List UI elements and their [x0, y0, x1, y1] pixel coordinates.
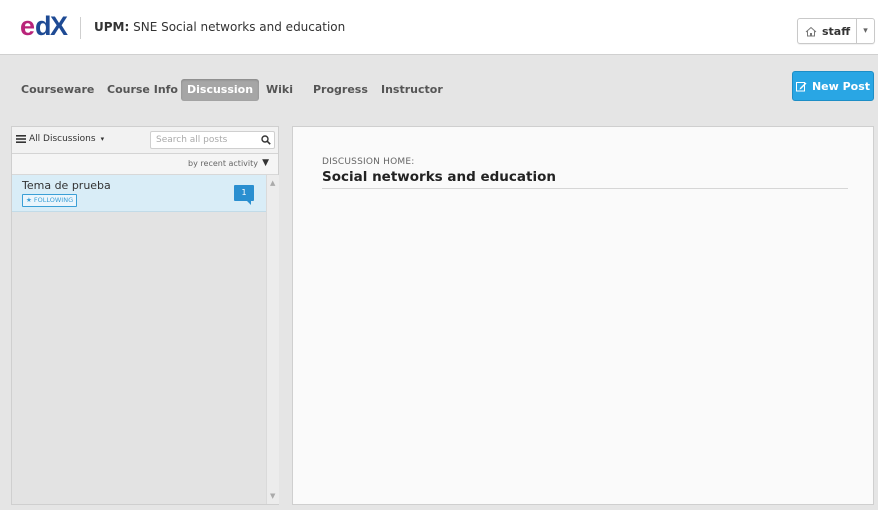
thread-list: Tema de prueba ★ FOLLOWING 1	[12, 175, 266, 504]
home-icon	[805, 26, 817, 36]
tab-wiki[interactable]: Wiki	[260, 79, 299, 101]
discussion-home-title: Social networks and education	[322, 169, 556, 185]
new-post-button[interactable]: New Post	[792, 71, 874, 101]
scroll-up-icon[interactable]: ▲	[270, 179, 275, 187]
course-org: UPM:	[94, 20, 130, 34]
user-menu[interactable]: staff ▾	[797, 18, 875, 44]
username: staff	[822, 24, 851, 38]
user-dropdown-caret-icon[interactable]: ▾	[857, 26, 874, 36]
search-input[interactable]	[156, 133, 256, 147]
tab-discussion[interactable]: Discussion	[181, 79, 260, 101]
new-post-label: New Post	[811, 79, 871, 93]
search-box	[150, 131, 275, 149]
sort-label: by recent activity	[188, 159, 258, 168]
thread-title: Tema de prueba	[22, 179, 111, 192]
tab-instructor[interactable]: Instructor	[375, 79, 449, 101]
divider	[322, 188, 848, 189]
list-item[interactable]: Tema de prueba ★ FOLLOWING 1	[12, 175, 266, 212]
discussion-home-panel: DISCUSSION HOME: Social networks and edu…	[292, 126, 874, 505]
all-discussions-label: All Discussions	[29, 134, 96, 144]
edx-logo[interactable]: e d X	[20, 10, 72, 40]
svg-text:e: e	[20, 11, 35, 40]
course-name: SNE Social networks and education	[133, 20, 346, 34]
sort-caret-icon[interactable]: ▼	[262, 158, 269, 168]
thread-list-scrollbar[interactable]: ▲ ▼	[266, 175, 279, 504]
course-tabs: Courseware Course Info Discussion Wiki P…	[0, 55, 878, 117]
discussion-sidebar: All Discussions ▾ by recent activity ▼ T…	[11, 126, 279, 505]
site-header: e d X UPM: SNE Social networks and educa…	[0, 0, 878, 55]
menu-icon	[16, 135, 26, 143]
chevron-down-icon: ▾	[100, 135, 105, 143]
user-dashboard-button[interactable]: staff	[798, 19, 858, 43]
discussion-home-label: DISCUSSION HOME:	[322, 157, 415, 167]
search-icon[interactable]	[261, 135, 271, 145]
all-discussions-dropdown[interactable]: All Discussions ▾	[16, 134, 104, 144]
course-title: UPM: SNE Social networks and education	[94, 20, 345, 34]
tab-progress[interactable]: Progress	[307, 79, 374, 101]
svg-text:X: X	[50, 11, 68, 40]
sidebar-toolbar: All Discussions ▾	[12, 127, 278, 154]
scroll-down-icon[interactable]: ▼	[270, 492, 275, 500]
pencil-icon	[795, 81, 807, 91]
comment-count-badge: 1	[234, 185, 254, 205]
header-divider	[80, 17, 81, 39]
tab-course-info[interactable]: Course Info	[101, 79, 184, 101]
sort-bar[interactable]: by recent activity ▼	[12, 154, 278, 175]
following-badge: ★ FOLLOWING	[22, 194, 78, 207]
tab-courseware[interactable]: Courseware	[15, 79, 100, 101]
